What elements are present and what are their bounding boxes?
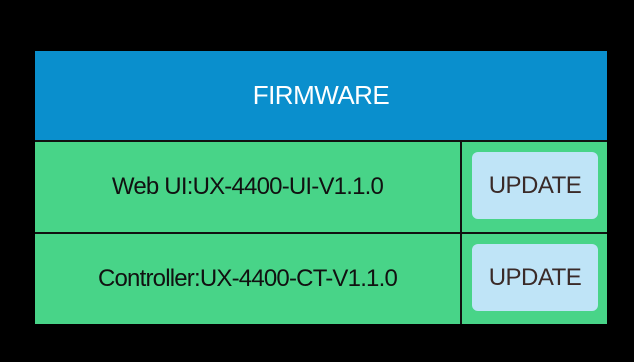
firmware-version-label: Web UI:UX-4400-UI-V1.1.0 [35, 142, 462, 232]
firmware-row-controller: Controller:UX-4400-CT-V1.1.0 UPDATE [35, 234, 607, 324]
firmware-row-web-ui: Web UI:UX-4400-UI-V1.1.0 UPDATE [35, 142, 607, 232]
firmware-version-label: Controller:UX-4400-CT-V1.1.0 [35, 234, 462, 324]
update-web-ui-button[interactable]: UPDATE [472, 152, 598, 219]
firmware-header: FIRMWARE [35, 51, 607, 140]
page-title: FIRMWARE [252, 80, 390, 110]
update-controller-button[interactable]: UPDATE [472, 244, 598, 311]
firmware-screen: FIRMWARE Web UI:UX-4400-UI-V1.1.0 UPDATE… [0, 0, 634, 362]
